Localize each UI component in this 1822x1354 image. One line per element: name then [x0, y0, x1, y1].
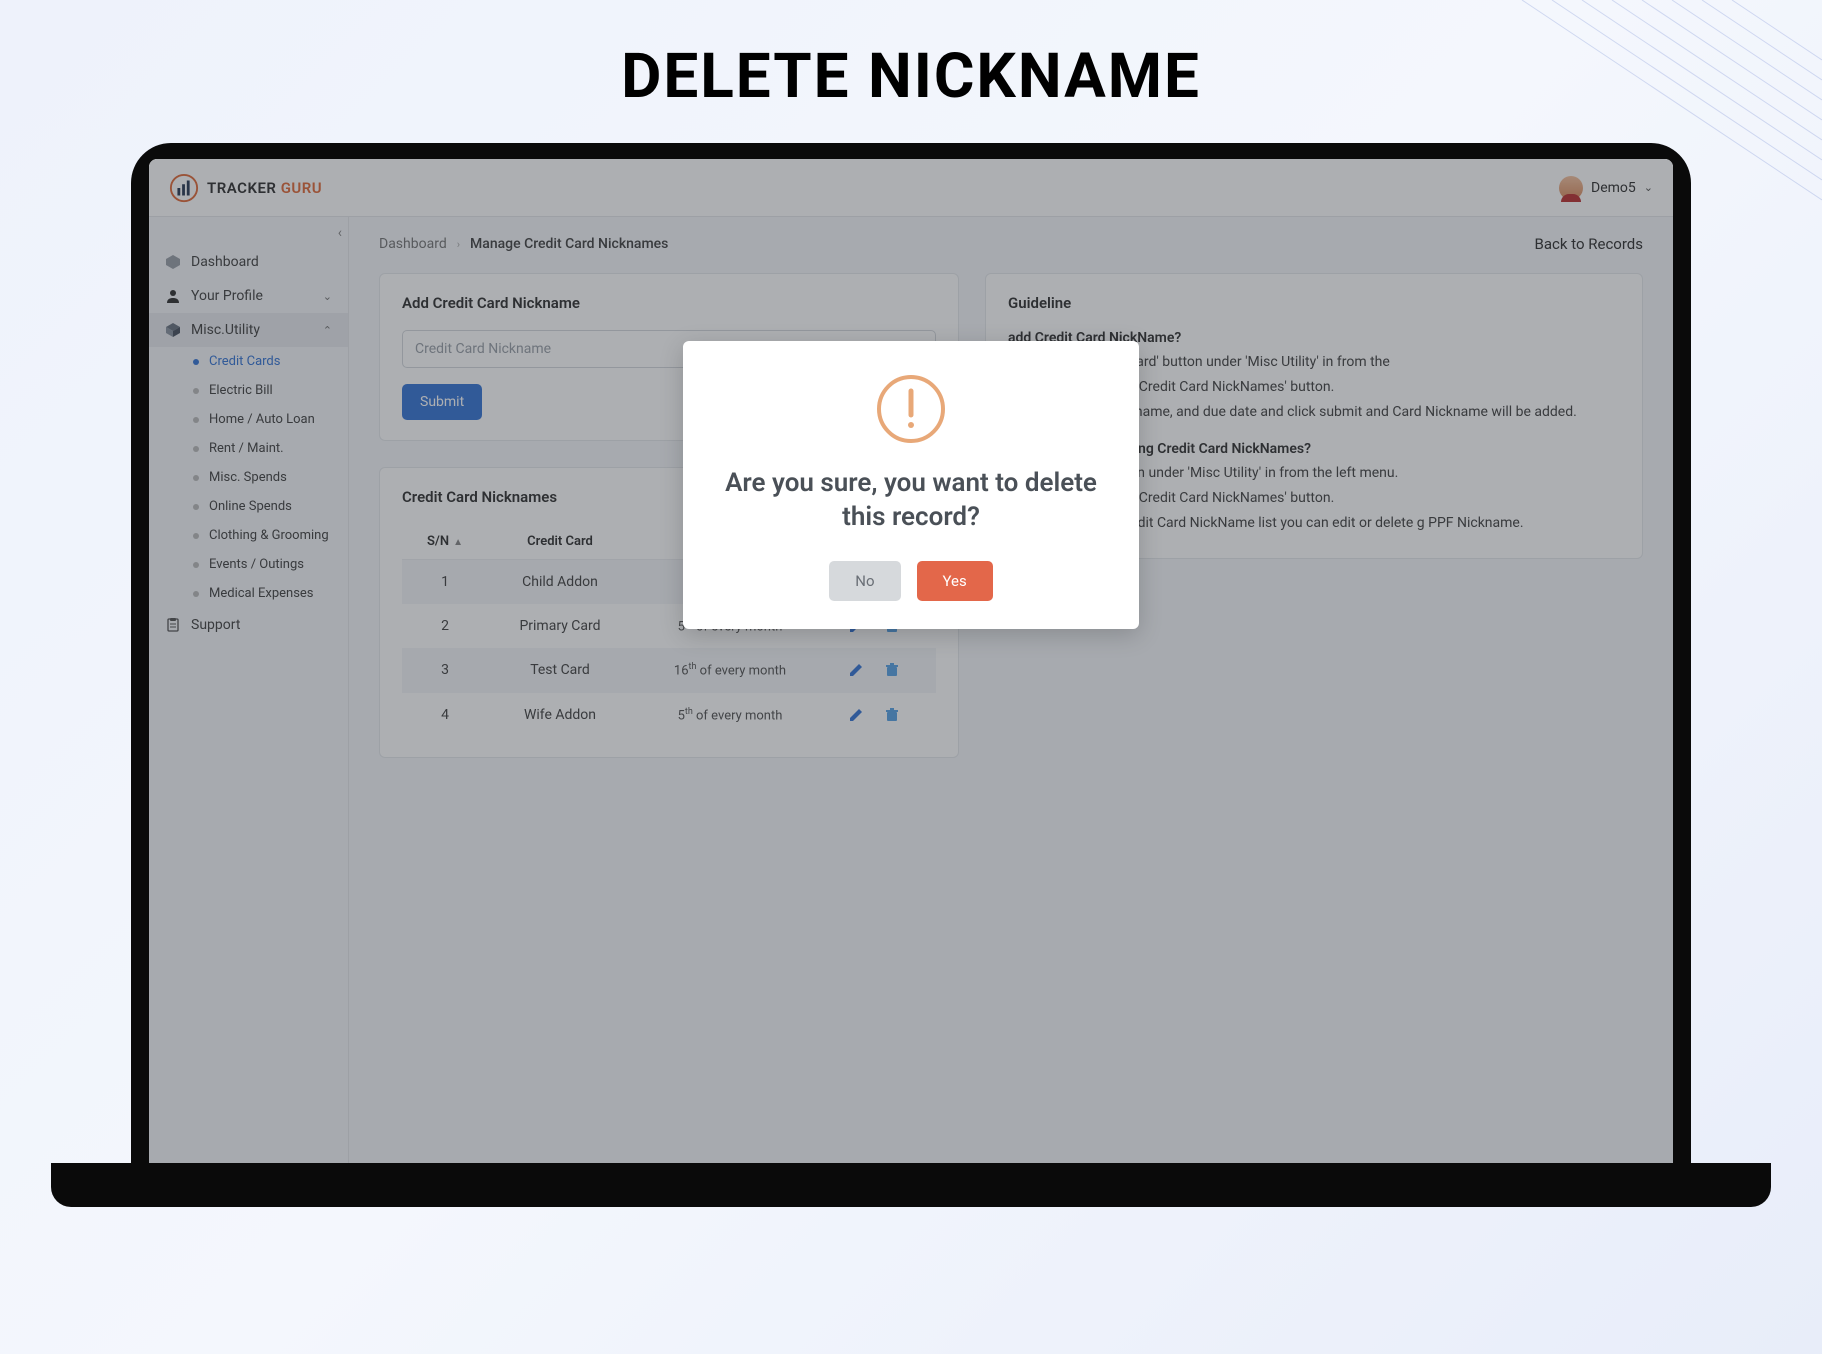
warning-icon [875, 373, 947, 445]
modal-yes-button[interactable]: Yes [917, 561, 993, 601]
modal-overlay [149, 159, 1673, 1163]
confirm-delete-modal: Are you sure, you want to delete this re… [683, 341, 1139, 629]
page-title: DELETE NICKNAME [0, 0, 1822, 143]
modal-no-button[interactable]: No [829, 561, 900, 601]
laptop-frame: TRACKER GURU Demo5 ⌄ ‹ [131, 143, 1691, 1207]
modal-message: Are you sure, you want to delete this re… [711, 467, 1111, 535]
